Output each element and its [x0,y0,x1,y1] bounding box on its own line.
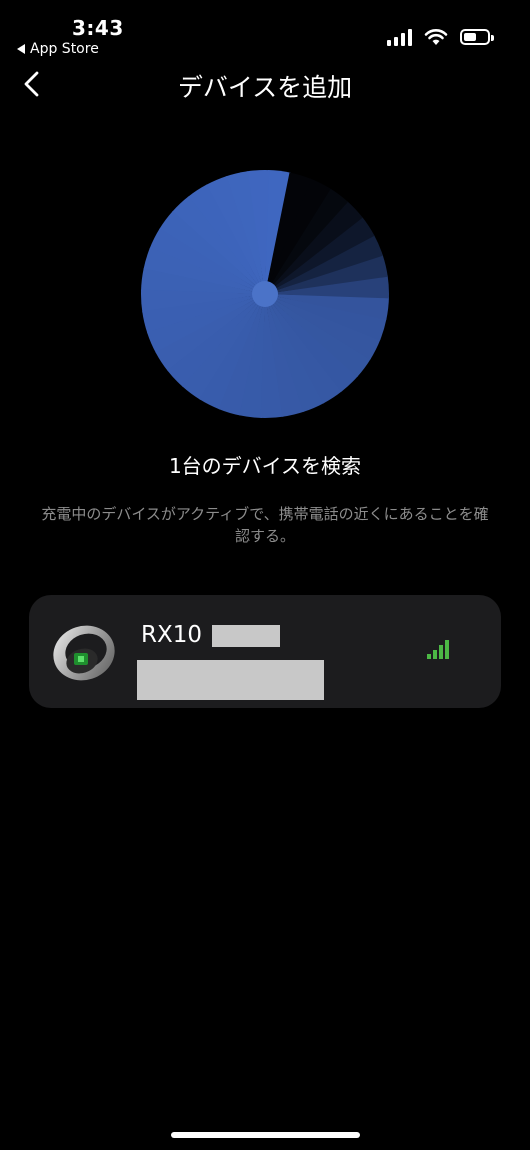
back-app-label: App Store [30,41,99,57]
device-card[interactable]: RX10 [29,595,501,708]
page-title: デバイスを追加 [177,73,353,102]
scan-hint-text: 充電中のデバイスがアクティブで、携帯電話の近くにあることを確認する。 [41,505,489,545]
status-time: 3:43 [72,16,124,40]
signal-strength-icon [427,639,449,659]
wifi-icon [424,29,448,45]
radar-scan-graphic [141,170,389,418]
home-indicator [171,1132,360,1138]
redacted-device-address [137,660,324,700]
back-triangle-icon [17,44,25,54]
battery-icon [460,29,494,45]
back-to-app-link[interactable]: App Store [17,41,99,57]
device-name: RX10 [141,622,203,648]
redacted-device-id [212,625,280,647]
status-indicators [387,28,494,46]
radar-center-dot [252,281,278,307]
cellular-signal-icon [387,28,412,46]
scan-result-title: 1台のデバイスを検索 [168,454,362,478]
smart-ring-icon [53,625,115,681]
